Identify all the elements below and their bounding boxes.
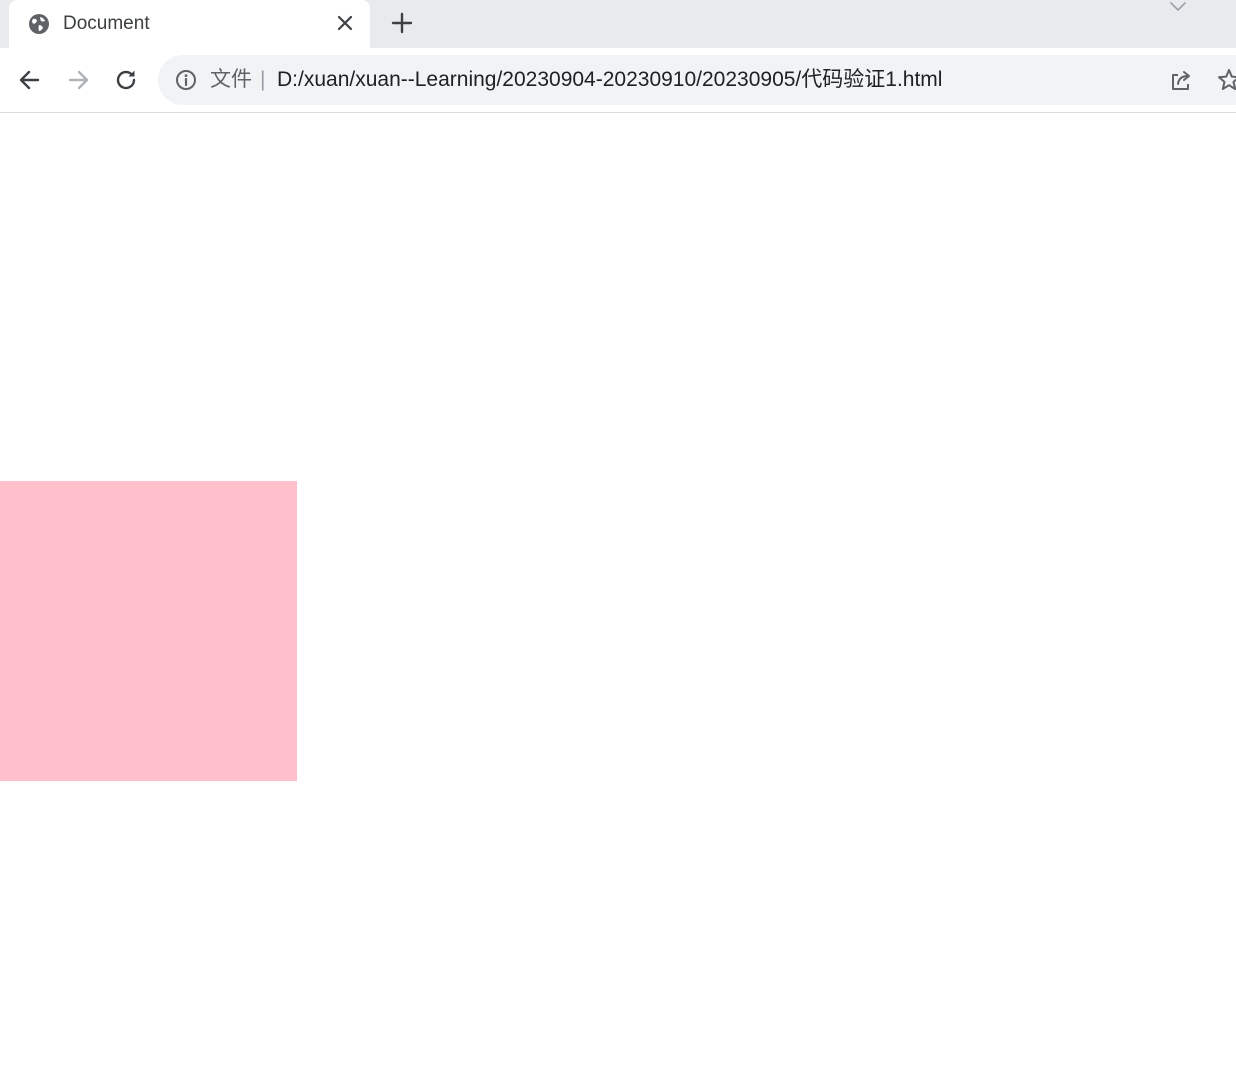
star-icon[interactable] xyxy=(1216,67,1236,93)
share-icon[interactable] xyxy=(1168,67,1194,93)
arrow-left-icon[interactable] xyxy=(17,67,43,93)
scheme-label: 文件 xyxy=(210,68,252,91)
toolbar: 文件 | D:/xuan/xuan--Learning/20230904-202… xyxy=(0,48,1236,113)
browser-window: Document 文件 | D:/xuan/xuan--Learning/202… xyxy=(0,0,1236,1070)
scheme-separator: | xyxy=(260,68,266,91)
globe-icon xyxy=(29,14,49,34)
url-text[interactable]: D:/xuan/xuan--Learning/20230904-20230910… xyxy=(277,67,942,93)
reload-icon[interactable] xyxy=(113,67,139,93)
tab-title: Document xyxy=(63,13,150,34)
address-bar[interactable]: 文件 | D:/xuan/xuan--Learning/20230904-202… xyxy=(158,55,1236,105)
pink-box xyxy=(0,481,297,781)
arrow-right-icon[interactable] xyxy=(65,67,91,93)
tab-strip: Document xyxy=(0,0,1236,48)
close-icon[interactable] xyxy=(335,13,355,33)
tab-document[interactable]: Document xyxy=(9,0,370,48)
plus-icon[interactable] xyxy=(390,11,414,35)
info-icon[interactable] xyxy=(175,69,197,91)
page-viewport xyxy=(0,113,1236,1070)
chevron-down-icon[interactable] xyxy=(1168,0,1188,14)
